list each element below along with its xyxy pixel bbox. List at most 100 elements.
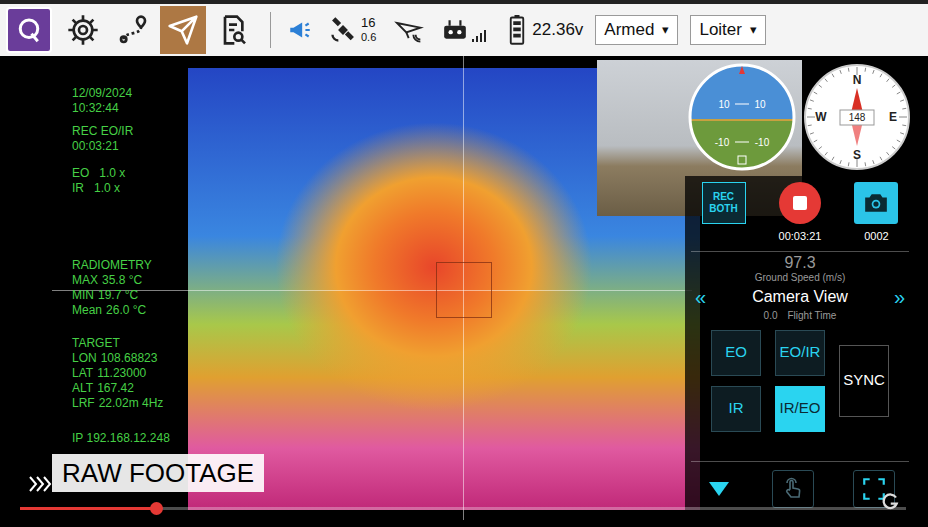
skip-chevrons-icon: [28, 474, 52, 494]
dropdown-label: Armed: [604, 17, 654, 43]
svg-text:-10: -10: [715, 137, 730, 148]
osd-radiometry-row: MIN19.7 °C: [72, 288, 170, 303]
fullscreen-button[interactable]: [853, 470, 895, 508]
osd-target-row: ALT 167.42: [72, 381, 170, 396]
video-area: 12/09/202410:32:44REC EO/IR00:03:21EO1.0…: [0, 56, 928, 527]
flight-time-value: 0.0: [764, 310, 778, 322]
view-mode-button[interactable]: EO: [711, 330, 761, 376]
separator: [270, 12, 271, 48]
osd-value: 108.68823: [101, 351, 158, 366]
osd-zoom: EO 1.0 x IR 1.0 x: [72, 166, 170, 196]
telemetry-icon[interactable]: [394, 15, 428, 45]
rec-both-button[interactable]: REC BOTH: [702, 182, 746, 224]
osd-label: Mean: [72, 303, 102, 318]
osd-label: LON: [72, 351, 97, 366]
osd-label: ALT: [72, 381, 93, 396]
camera-icon: [863, 192, 889, 214]
brand-logo-icon: [880, 492, 900, 512]
svg-text:N: N: [853, 73, 862, 87]
touch-mode-button[interactable]: [772, 470, 814, 508]
dropdown-arrow: ▾: [750, 20, 757, 40]
next-view-button[interactable]: »: [894, 286, 905, 308]
divider: [691, 251, 909, 252]
battery-status[interactable]: 22.36v: [508, 15, 583, 45]
paper-plane-icon: [167, 14, 199, 46]
osd-zoom-row: EO 1.0 x: [72, 166, 170, 181]
osd-recording: REC EO/IR00:03:21: [72, 124, 170, 154]
app-logo-icon[interactable]: [6, 7, 52, 53]
satellite-icon: [329, 16, 357, 44]
osd-rec-time: 00:03:21: [72, 139, 170, 154]
flight-time-readout: 0.0 Flight Time: [685, 310, 915, 322]
gps-status[interactable]: 160.6: [329, 16, 376, 44]
svg-text:148: 148: [849, 112, 866, 123]
signal-bars-icon: [472, 28, 488, 42]
view-mode-grid: EO EO/IR SYNC IR IR/EO: [711, 330, 889, 432]
divider: [691, 461, 909, 462]
plan-tool[interactable]: [110, 6, 156, 54]
view-mode-button[interactable]: EO/IR: [775, 330, 825, 376]
stop-record-button[interactable]: [779, 182, 821, 224]
osd-radiometry-row: MAX 35.8 °C: [72, 273, 170, 288]
fly-tool[interactable]: [160, 6, 206, 54]
osd-radiometry-title: RADIOMETRY: [72, 258, 170, 273]
previous-view-button[interactable]: «: [695, 286, 706, 308]
document-search-icon: [217, 14, 249, 46]
flight-mode-dropdown[interactable]: Loiter ▾: [690, 15, 766, 45]
osd-value: 11.23000: [97, 366, 146, 381]
osd-target-row: LRF22.02m 4Hz: [72, 396, 170, 411]
progress-handle[interactable]: [150, 502, 163, 515]
chevron-down-icon[interactable]: [705, 475, 733, 503]
satellite-count: 16: [361, 16, 375, 30]
dropdown-arrow: ▾: [662, 20, 669, 40]
osd-panel: 12/09/202410:32:44REC EO/IR00:03:21EO1.0…: [72, 86, 170, 446]
dropdown-label: Loiter: [699, 17, 742, 43]
route-icon: [117, 14, 149, 46]
ground-speed-label: Ground Speed (m/s): [755, 272, 846, 284]
osd-radiometry-row: Mean26.0 °C: [72, 303, 170, 318]
view-mode-button[interactable]: IR: [711, 386, 761, 432]
osd-label: LAT: [72, 366, 93, 381]
tool-group: [60, 6, 256, 54]
ground-speed-readout: 97.3Ground Speed (m/s): [685, 254, 915, 284]
osd-value: 35.8 °C: [102, 273, 142, 288]
osd-ip: IP 192.168.12.248: [72, 431, 170, 446]
progress-fill: [20, 507, 157, 510]
osd-target-row: LON 108.68823: [72, 351, 170, 366]
settings-tool[interactable]: [60, 6, 106, 54]
camera-view-title: Camera View: [752, 285, 848, 309]
view-mode-button[interactable]: SYNC: [839, 345, 889, 417]
battery-voltage: 22.36v: [532, 17, 583, 43]
osd-zoom-label: EO: [72, 166, 89, 181]
osd-time: 10:32:44: [72, 101, 170, 116]
record-time: 00:03:21: [779, 228, 822, 245]
osd-target-row: LAT 11.23000: [72, 366, 170, 381]
analyze-tool[interactable]: [210, 6, 256, 54]
osd-zoom-value: 1.0 x: [94, 181, 120, 196]
osd-radiometry: RADIOMETRYMAX 35.8 °CMIN19.7 °CMean26.0 °…: [72, 258, 170, 318]
rc-status[interactable]: [442, 18, 488, 42]
hdop-value: 0.6: [361, 30, 376, 44]
progress-track[interactable]: [20, 507, 906, 510]
megaphone-icon[interactable]: [285, 15, 315, 45]
svg-text:W: W: [815, 110, 827, 124]
osd-zoom-value: 1.0 x: [99, 166, 125, 181]
osd-target-title: TARGET: [72, 336, 170, 351]
hand-touch-icon: [781, 477, 805, 501]
osd-label: MAX: [72, 273, 98, 288]
battery-icon: [508, 15, 526, 45]
osd-target: TARGETLON 108.68823 LAT 11.23000 ALT 167.42LR…: [72, 336, 170, 411]
osd-value: 22.02m 4Hz: [99, 396, 164, 411]
gear-icon: [67, 14, 99, 46]
camera-panel: REC BOTH 00:03:21 0002 97.3Ground Speed (m/…: [685, 176, 915, 516]
flight-time-label: Flight Time: [788, 310, 837, 322]
osd-value: 167.42: [97, 381, 134, 396]
osd-zoom-label: IR: [72, 181, 84, 196]
take-photo-button[interactable]: [854, 182, 898, 224]
arm-dropdown[interactable]: Armed ▾: [595, 15, 678, 45]
photo-column: 0002: [854, 182, 898, 245]
svg-text:-10: -10: [755, 137, 770, 148]
remote-control-icon: [442, 18, 468, 42]
view-mode-button[interactable]: IR/EO: [775, 386, 825, 432]
footage-label: RAW FOOTAGE: [52, 454, 264, 492]
